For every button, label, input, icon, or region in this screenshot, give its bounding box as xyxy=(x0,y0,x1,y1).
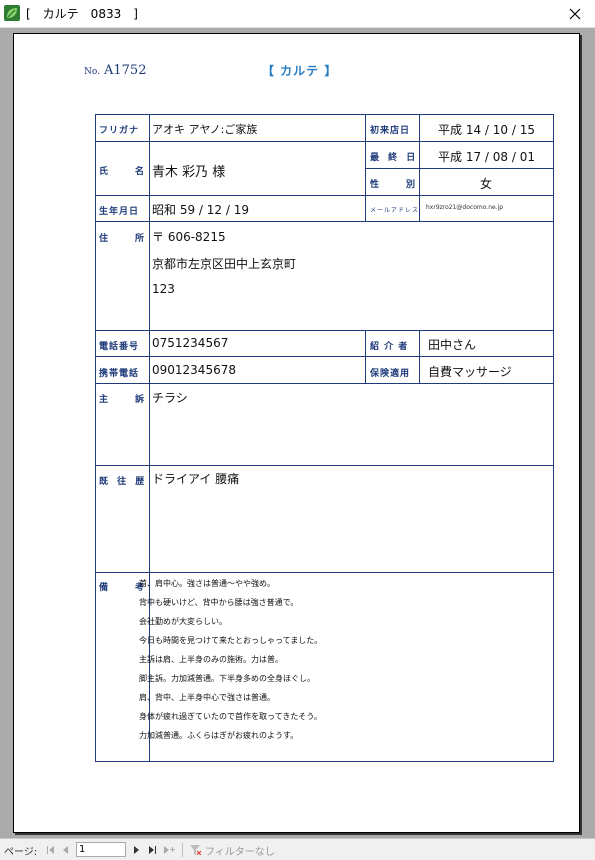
label-first-visit: 初来店日 xyxy=(370,126,411,136)
value-birthdate: 昭和 59 / 12 / 19 xyxy=(152,203,249,217)
filter-icon xyxy=(190,845,202,855)
note-line: 脚主訴。力加減普通。下半身多めの全身ほぐし。 xyxy=(139,674,315,683)
label-email: メールアドレス xyxy=(370,207,420,214)
new-record-button[interactable] xyxy=(162,843,176,857)
label-furigana: フリガナ xyxy=(99,126,140,136)
value-address-line1: 京都市左京区田中上玄京町 xyxy=(152,257,297,271)
prev-page-button[interactable] xyxy=(60,843,72,857)
value-email: hxr9zro21@docomo.ne.jp xyxy=(426,204,504,211)
note-line: 今日も時間を見つけて来たとおっしゃってました。 xyxy=(139,636,323,645)
report-title: 【 カルテ 】 xyxy=(262,64,338,78)
label-gender: 性 別 xyxy=(370,180,419,190)
label-address: 住 所 xyxy=(99,234,148,244)
new-record-icon[interactable] xyxy=(163,846,175,854)
value-history: ドライアイ 腰痛 xyxy=(152,472,240,486)
record-navigation-bar: ページ: 1 フィルターなし xyxy=(0,838,595,860)
close-button[interactable] xyxy=(555,0,595,28)
app-leaf-icon xyxy=(4,5,20,21)
note-line: 背中も硬いけど、背中から腰は強さ普通で。 xyxy=(139,598,299,607)
label-complaint: 主 訴 xyxy=(99,395,148,405)
page-number-input[interactable]: 1 xyxy=(76,842,126,857)
value-phone: 0751234567 xyxy=(152,336,229,350)
value-insurance: 自費マッサージ xyxy=(428,365,512,379)
label-referrer: 紹 介 者 xyxy=(370,342,409,352)
note-line: 肩、背中、上半身中心で強さは普通。 xyxy=(139,693,275,702)
prev-page-icon[interactable] xyxy=(62,846,70,854)
value-referrer: 田中さん xyxy=(428,338,477,352)
label-birthdate: 生年月日 xyxy=(99,207,140,217)
filter-label: フィルターなし xyxy=(205,846,275,858)
first-page-button[interactable] xyxy=(45,843,57,857)
value-name: 青木 彩乃 様 xyxy=(152,165,226,180)
label-phone: 電話番号 xyxy=(99,342,140,352)
label-insurance: 保険適用 xyxy=(370,369,411,379)
close-icon[interactable] xyxy=(569,8,581,20)
next-page-button[interactable] xyxy=(130,843,142,857)
value-furigana: アオキ アヤノ:ご家族 xyxy=(152,123,258,136)
note-line: 力加減普通。ふくらはぎがお疲れのようす。 xyxy=(139,731,299,740)
note-line: 会社勤めが大変らしい。 xyxy=(139,617,227,626)
last-page-icon[interactable] xyxy=(148,846,156,854)
value-complaint: チラシ xyxy=(152,391,188,405)
label-last-visit: 最 終 日 xyxy=(370,153,419,163)
label-mobile: 携帯電話 xyxy=(99,369,140,379)
label-history: 既 往 歴 xyxy=(99,477,148,487)
value-first-visit: 平成 14 / 10 / 15 xyxy=(438,123,535,137)
window-titlebar: [ カルテ 0833 ] xyxy=(0,0,595,28)
note-line: 身体が疲れ過ぎていたので首作を取ってきたそう。 xyxy=(139,712,322,721)
record-number: A1752 xyxy=(104,63,147,78)
record-number-label: No. xyxy=(84,67,100,77)
label-name: 氏 名 xyxy=(99,167,148,177)
note-line: 首、肩中心。強さは普通〜やや強め。 xyxy=(139,579,275,588)
value-mobile: 09012345678 xyxy=(152,363,236,377)
value-address-line2: 123 xyxy=(152,282,175,296)
value-postal: 〒 606-8215 xyxy=(152,230,226,244)
last-page-button[interactable] xyxy=(146,843,158,857)
page-label: ページ: xyxy=(4,846,38,858)
filter-status[interactable]: フィルターなし xyxy=(190,843,280,858)
first-page-icon[interactable] xyxy=(47,846,55,854)
window-title: [ カルテ 0833 ] xyxy=(26,7,138,21)
value-gender: 女 xyxy=(480,177,493,191)
value-last-visit: 平成 17 / 08 / 01 xyxy=(438,150,535,164)
note-line: 主訴は肩、上半身のみの施術。力は普。 xyxy=(139,655,283,664)
next-page-icon[interactable] xyxy=(132,846,140,854)
